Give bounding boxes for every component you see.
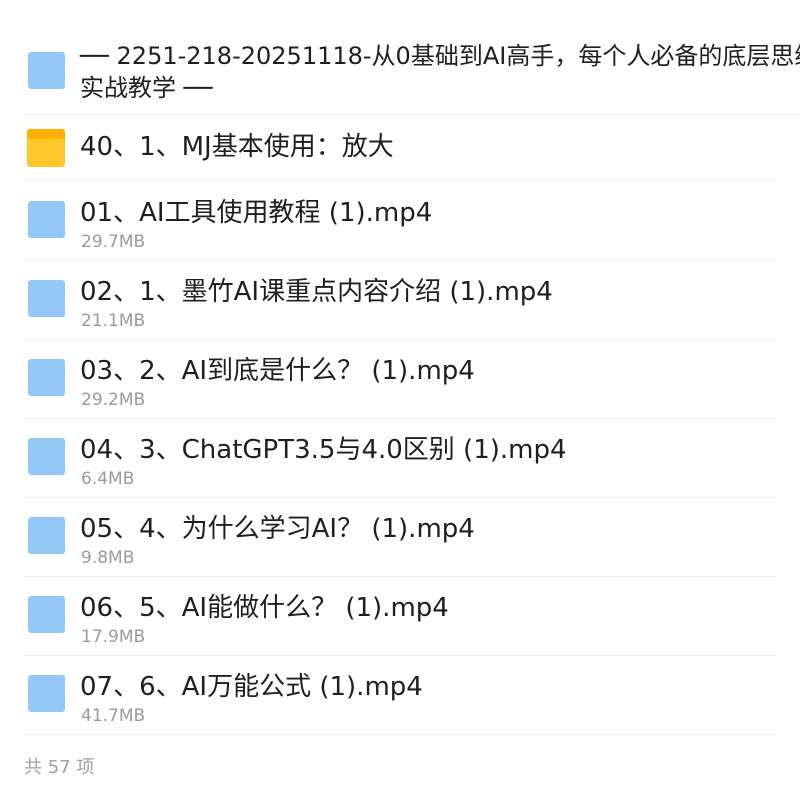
- folder-icon: [27, 129, 65, 167]
- item-name: 02、1、墨竹AI课重点内容介绍 (1).mp4: [80, 277, 553, 307]
- file-icon: [28, 52, 65, 89]
- video-file-icon: [28, 596, 65, 633]
- item-size: 41.7MB: [81, 706, 146, 726]
- video-file-icon: [28, 280, 65, 317]
- video-file-icon: [28, 201, 65, 238]
- item-size: 9.8MB: [81, 548, 135, 568]
- item-name: 05、4、为什么学习AI？ (1).mp4: [80, 514, 475, 544]
- item-name: 03、2、AI到底是什么？ (1).mp4: [80, 356, 475, 386]
- item-size: 6.4MB: [81, 469, 135, 489]
- list-item[interactable]: 06、5、AI能做什么？ (1).mp4 17.9MB: [24, 576, 776, 656]
- item-size: 29.7MB: [81, 232, 146, 252]
- video-file-icon: [28, 438, 65, 475]
- video-file-icon: [28, 675, 65, 712]
- list-item[interactable]: 03、2、AI到底是什么？ (1).mp4 29.2MB: [24, 339, 776, 419]
- item-size: 21.1MB: [81, 311, 146, 331]
- list-item[interactable]: 01、AI工具使用教程 (1).mp4 29.7MB: [24, 181, 776, 261]
- list-item-folder[interactable]: 40、1、MJ基本使用：放大: [24, 115, 776, 181]
- video-file-icon: [28, 517, 65, 554]
- video-file-icon: [28, 359, 65, 396]
- file-list-page: ── 2251-218-20251118-从0基础到AI高手，每个人必备的底层思…: [0, 0, 800, 800]
- item-name: 06、5、AI能做什么？ (1).mp4: [80, 593, 449, 623]
- list-item[interactable]: 07、6、AI万能公式 (1).mp4 41.7MB: [24, 655, 776, 735]
- item-name: 04、3、ChatGPT3.5与4.0区别 (1).mp4: [80, 435, 567, 465]
- item-name: 40、1、MJ基本使用：放大: [80, 132, 394, 162]
- list-item[interactable]: 05、4、为什么学习AI？ (1).mp4 9.8MB: [24, 497, 776, 577]
- folder-header[interactable]: ── 2251-218-20251118-从0基础到AI高手，每个人必备的底层思…: [24, 38, 800, 115]
- item-size: 29.2MB: [81, 390, 146, 410]
- folder-title: ── 2251-218-20251118-从0基础到AI高手，每个人必备的底层思…: [80, 42, 800, 102]
- list-item[interactable]: 02、1、墨竹AI课重点内容介绍 (1).mp4 21.1MB: [24, 260, 776, 340]
- item-name: 07、6、AI万能公式 (1).mp4: [80, 672, 423, 702]
- list-item[interactable]: 04、3、ChatGPT3.5与4.0区别 (1).mp4 6.4MB: [24, 418, 776, 498]
- item-size: 17.9MB: [81, 627, 146, 647]
- item-name: 01、AI工具使用教程 (1).mp4: [80, 198, 433, 228]
- item-count: 共 57 项: [24, 757, 95, 778]
